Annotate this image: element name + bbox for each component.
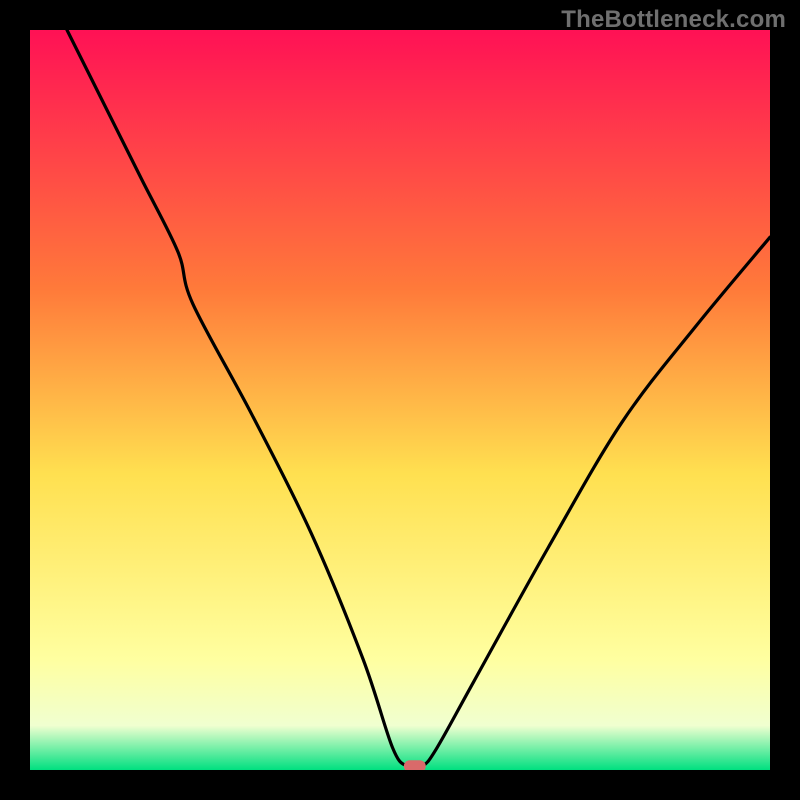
- watermark-text: TheBottleneck.com: [561, 6, 786, 34]
- bottleneck-chart: [0, 0, 800, 800]
- optimum-marker: [404, 760, 426, 772]
- gradient-background: [30, 30, 770, 770]
- chart-frame: { "watermark": "TheBottleneck.com", "col…: [0, 0, 800, 800]
